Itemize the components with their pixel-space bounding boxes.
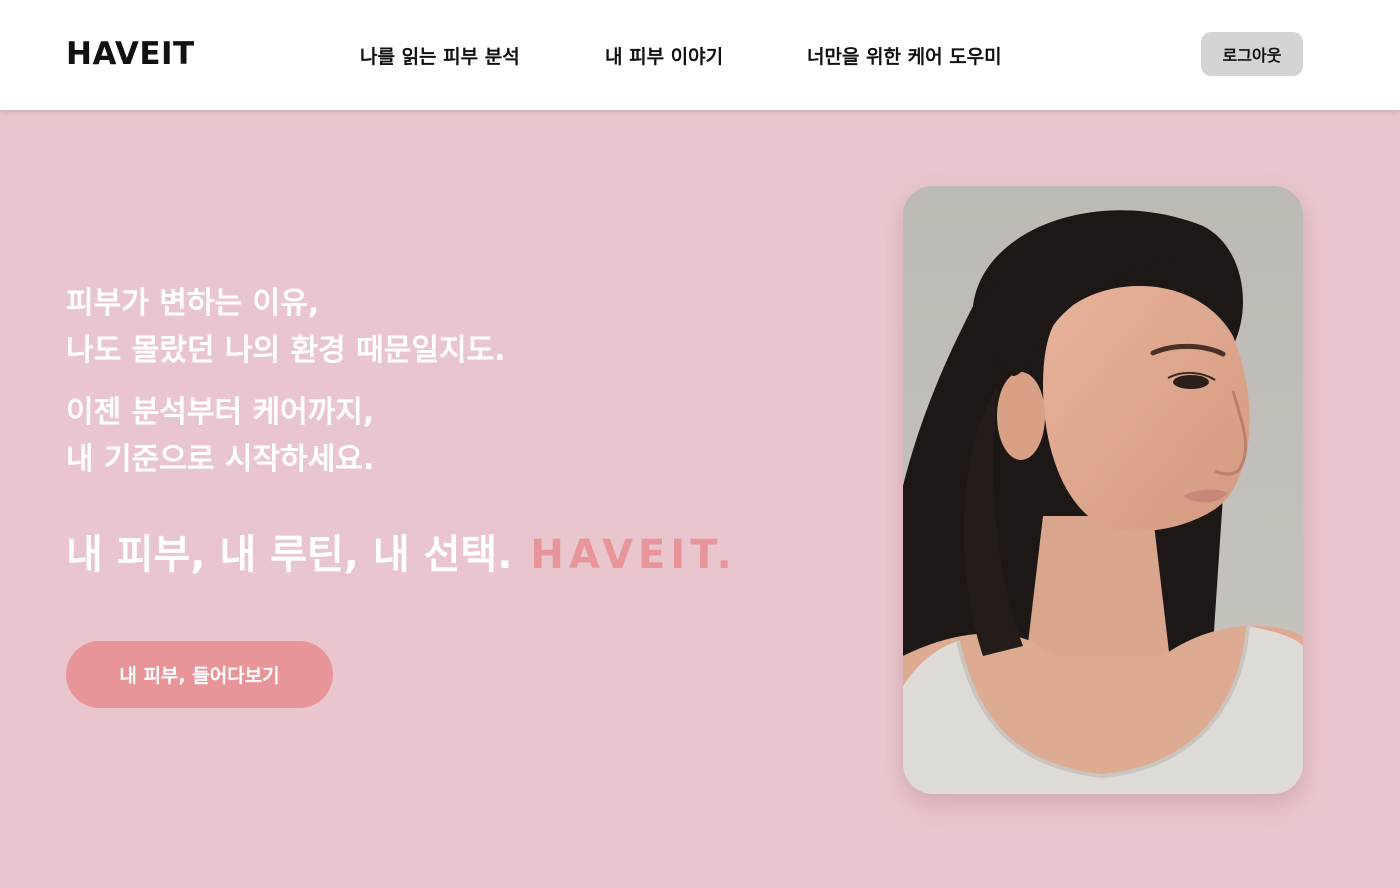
portrait-photo: [903, 186, 1303, 794]
tagline-text: 내 피부, 내 루틴, 내 선택.: [66, 532, 513, 578]
nav-link-skin-analysis[interactable]: 나를 읽는 피부 분석: [360, 42, 520, 69]
hero-line-2: 나도 몰랐던 나의 환경 때문일지도.: [66, 333, 506, 368]
tagline-brand: HAVEIT.: [530, 532, 737, 578]
cta-button[interactable]: 내 피부, 들어다보기: [66, 641, 333, 708]
site-header: HAVEIT 나를 읽는 피부 분석 내 피부 이야기 너만을 위한 케어 도우…: [0, 0, 1400, 110]
hero-section: 피부가 변하는 이유, 나도 몰랐던 나의 환경 때문일지도. 이젠 분석부터 …: [0, 110, 1400, 888]
logo[interactable]: HAVEIT: [66, 36, 195, 72]
portrait-illustration: [903, 186, 1303, 794]
hero-tagline: 내 피부, 내 루틴, 내 선택. HAVEIT.: [66, 522, 737, 580]
hero-headline-1: 피부가 변하는 이유, 나도 몰랐던 나의 환경 때문일지도.: [66, 280, 506, 374]
hero-line-1: 피부가 변하는 이유,: [66, 286, 320, 321]
nav-link-my-skin-story[interactable]: 내 피부 이야기: [605, 42, 723, 69]
logout-button[interactable]: 로그아웃: [1201, 32, 1303, 76]
hero-headline-2: 이젠 분석부터 케어까지, 내 기준으로 시작하세요.: [66, 389, 374, 483]
hero-line-4: 내 기준으로 시작하세요.: [66, 442, 375, 477]
nav-link-care-assistant[interactable]: 너만을 위한 케어 도우미: [807, 42, 1002, 69]
hero-line-3: 이젠 분석부터 케어까지,: [66, 395, 375, 430]
